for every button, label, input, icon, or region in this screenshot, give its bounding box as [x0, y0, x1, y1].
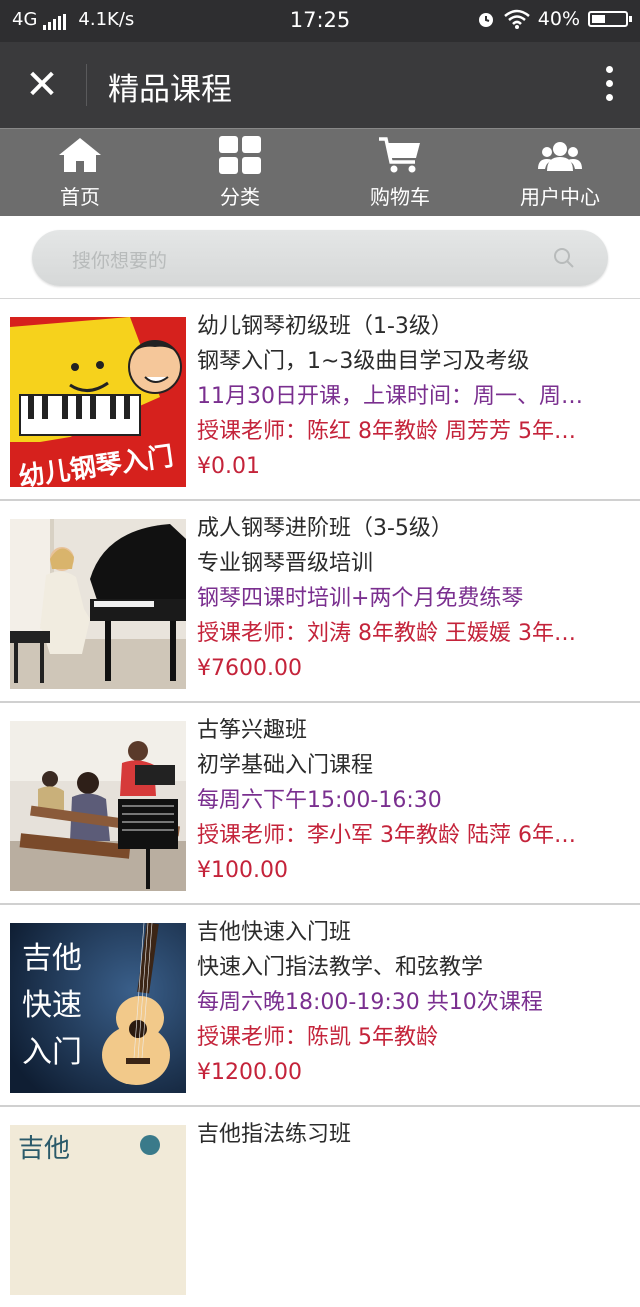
- divider: [86, 64, 87, 106]
- course-teacher: 授课老师：陈红 8年教龄 周芳芳 5年…: [197, 419, 576, 444]
- more-vertical-icon[interactable]: [604, 66, 614, 101]
- nav-label: 首页: [60, 185, 100, 209]
- course-title: 吉他快速入门班: [197, 920, 352, 945]
- course-schedule: 每周六下午15:00-16:30: [197, 788, 442, 813]
- course-schedule: 钢琴四课时培训+两个月免费练琴: [197, 586, 524, 611]
- course-price: ¥1200.00: [197, 1060, 302, 1085]
- nav-label: 购物车: [370, 185, 430, 209]
- battery-icon: [588, 11, 632, 27]
- course-title: 古筝兴趣班: [197, 718, 308, 743]
- close-icon[interactable]: ✕: [18, 62, 66, 110]
- list-item[interactable]: 成人钢琴进阶班（3-5级） 专业钢琴晋级培训 钢琴四课时培训+两个月免费练琴 授…: [0, 501, 640, 703]
- cart-icon: [379, 137, 420, 173]
- alarm-icon: [478, 13, 493, 27]
- status-bar: 4G 4.1K/s 17:25 40%: [0, 0, 640, 42]
- course-thumbnail: [10, 519, 186, 689]
- course-thumbnail: 吉他: [10, 1125, 186, 1295]
- search-placeholder: 搜你想要的: [72, 250, 168, 272]
- nav-user-center[interactable]: 用户中心: [480, 129, 640, 216]
- grid-icon: [219, 136, 261, 174]
- course-info: 成人钢琴进阶班（3-5级） 专业钢琴晋级培训 钢琴四课时培训+两个月免费练琴 授…: [197, 511, 630, 686]
- course-price: ¥100.00: [197, 858, 288, 883]
- course-title: 吉他指法练习班: [197, 1122, 352, 1147]
- course-schedule: 每周六晚18:00-19:30 共10次课程: [197, 990, 543, 1015]
- course-subtitle: 快速入门指法教学、和弦教学: [197, 955, 484, 980]
- nav-label: 用户中心: [520, 185, 600, 209]
- battery-percent: 40%: [537, 8, 580, 30]
- home-icon: [59, 138, 101, 172]
- svg-text:快速: 快速: [22, 988, 82, 1023]
- course-title: 幼儿钢琴初级班（1-3级）: [197, 314, 453, 339]
- search-icon[interactable]: [552, 246, 576, 270]
- users-icon: [538, 142, 582, 171]
- course-teacher: 授课老师：陈凯 5年教龄: [197, 1025, 438, 1050]
- list-item[interactable]: 幼儿钢琴入门 幼儿钢琴初级班（1-3级） 钢琴入门，1~3级曲目学习及考级 11…: [0, 299, 640, 501]
- course-subtitle: 初学基础入门课程: [197, 753, 374, 778]
- title-bar: ✕ 精品课程: [0, 42, 640, 128]
- svg-text:吉他: 吉他: [18, 1134, 70, 1164]
- course-schedule: 11月30日开课，上课时间：周一、周…: [197, 384, 583, 409]
- nav-cart[interactable]: 购物车: [320, 129, 480, 216]
- search-container: 搜你想要的: [0, 216, 640, 296]
- wifi-icon: [503, 9, 530, 29]
- course-title: 成人钢琴进阶班（3-5级）: [197, 516, 453, 541]
- nav-category[interactable]: 分类: [160, 129, 320, 216]
- course-subtitle: 专业钢琴晋级培训: [197, 551, 374, 576]
- course-subtitle: 钢琴入门，1~3级曲目学习及考级: [197, 349, 530, 374]
- list-item[interactable]: 古筝兴趣班 初学基础入门课程 每周六下午15:00-16:30 授课老师：李小军…: [0, 703, 640, 905]
- nav-bar: 首页 分类 购物车 用户中心: [0, 128, 640, 216]
- course-price: ¥0.01: [197, 454, 260, 479]
- list-item[interactable]: 吉他 吉他指法练习班: [0, 1107, 640, 1307]
- svg-text:入门: 入门: [22, 1035, 82, 1070]
- svg-text:吉他: 吉他: [22, 941, 82, 976]
- course-teacher: 授课老师：李小军 3年教龄 陆萍 6年…: [197, 823, 576, 848]
- course-info: 幼儿钢琴初级班（1-3级） 钢琴入门，1~3级曲目学习及考级 11月30日开课，…: [197, 309, 630, 484]
- course-info: 吉他快速入门班 快速入门指法教学、和弦教学 每周六晚18:00-19:30 共1…: [197, 915, 630, 1090]
- nav-label: 分类: [220, 185, 260, 209]
- nav-home[interactable]: 首页: [0, 129, 160, 216]
- course-info: 吉他指法练习班: [197, 1117, 630, 1152]
- course-price: ¥7600.00: [197, 656, 302, 681]
- course-thumbnail: 幼儿钢琴入门: [10, 317, 186, 487]
- course-info: 古筝兴趣班 初学基础入门课程 每周六下午15:00-16:30 授课老师：李小军…: [197, 713, 630, 888]
- list-item[interactable]: 吉他 快速 入门 吉他快速入门班 快速入门指法教学、和弦教学 每周六晚18:00…: [0, 905, 640, 1107]
- course-thumbnail: [10, 721, 186, 891]
- search-input[interactable]: 搜你想要的: [32, 230, 608, 286]
- page-title: 精品课程: [108, 72, 232, 108]
- course-teacher: 授课老师：刘涛 8年教龄 王媛媛 3年…: [197, 621, 576, 646]
- course-list: 幼儿钢琴入门 幼儿钢琴初级班（1-3级） 钢琴入门，1~3级曲目学习及考级 11…: [0, 298, 640, 1307]
- course-thumbnail: 吉他 快速 入门: [10, 923, 186, 1093]
